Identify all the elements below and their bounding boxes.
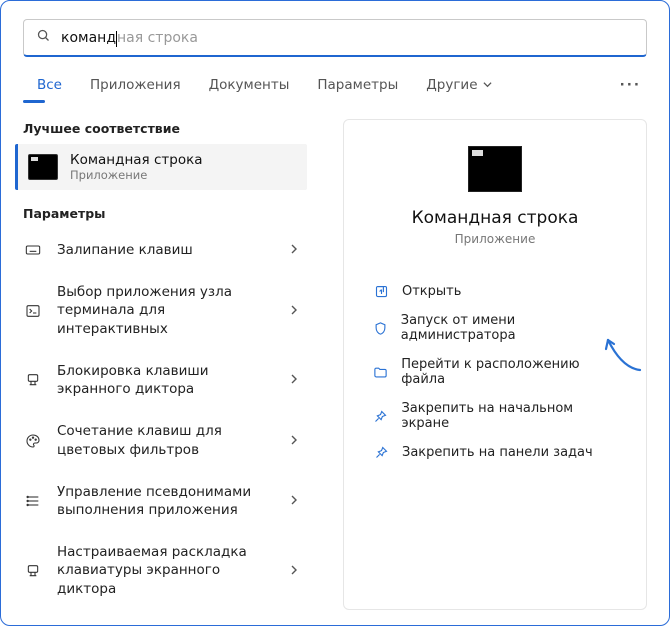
- chevron-down-icon: [483, 77, 492, 93]
- search-icon: [36, 28, 51, 47]
- cmd-icon: [28, 154, 58, 180]
- search-bar[interactable]: командная строка: [23, 19, 647, 57]
- chevron-right-icon: [289, 433, 299, 449]
- chevron-right-icon: [289, 303, 299, 319]
- action-pin[interactable]: Закрепить на начальном экране: [372, 401, 618, 431]
- best-match-item[interactable]: Командная строка Приложение: [15, 144, 307, 190]
- settings-item-label: Залипание клавиш: [57, 241, 275, 259]
- alias-icon: [23, 493, 43, 509]
- settings-item-label: Выбор приложения узла терминала для инте…: [57, 283, 275, 338]
- tab-more[interactable]: Другие: [412, 71, 505, 103]
- settings-item-label: Управление псевдонимами выполнения прило…: [57, 483, 275, 519]
- palette-icon: [23, 433, 43, 449]
- action-label: Открыть: [402, 284, 461, 299]
- narrator-icon: [23, 563, 43, 579]
- preview-pane: Командная строка Приложение Открыть Запус…: [321, 103, 669, 622]
- settings-result-item[interactable]: Блокировка клавиши экранного диктора: [9, 350, 313, 410]
- narrator-icon: [23, 372, 43, 388]
- pin-icon: [372, 445, 390, 460]
- preview-subtitle: Приложение: [372, 232, 618, 246]
- chevron-right-icon: [289, 242, 299, 258]
- settings-item-label: Сочетание клавиш для цветовых фильтров: [57, 422, 275, 458]
- action-run-as-admin[interactable]: Запуск от имени администратора: [372, 313, 618, 343]
- settings-result-item[interactable]: Сочетание клавиш для цветовых фильтров: [9, 410, 313, 470]
- action-label: Закрепить на панели задач: [402, 445, 593, 460]
- settings-result-item[interactable]: Залипание клавиш: [9, 229, 313, 271]
- best-match-header: Лучшее соответствие: [1, 117, 321, 144]
- preview-app-icon: [468, 146, 522, 192]
- settings-result-item[interactable]: Управление псевдонимами выполнения прило…: [9, 471, 313, 531]
- preview-title: Командная строка: [372, 208, 618, 228]
- settings-result-item[interactable]: Настраиваемая раскладка клавиатуры экран…: [9, 531, 313, 610]
- chevron-right-icon: [289, 372, 299, 388]
- chevron-right-icon: [289, 493, 299, 509]
- action-open-location[interactable]: Перейти к расположению файла: [372, 357, 618, 387]
- settings-result-item[interactable]: Раскладка клавиатуры экранного диктора: [9, 610, 313, 622]
- open-icon: [372, 284, 390, 299]
- settings-item-label: Настраиваемая раскладка клавиатуры экран…: [57, 543, 275, 598]
- text-caret: [116, 31, 117, 47]
- folder-icon: [372, 365, 389, 380]
- action-pin[interactable]: Закрепить на панели задач: [372, 445, 618, 460]
- action-open[interactable]: Открыть: [372, 284, 618, 299]
- best-match-subtitle: Приложение: [70, 168, 203, 182]
- action-label: Запуск от имени администратора: [401, 313, 618, 343]
- active-tab-indicator: [23, 100, 45, 103]
- chevron-right-icon: [289, 563, 299, 579]
- tab-documents[interactable]: Документы: [195, 71, 304, 103]
- settings-item-label: Блокировка клавиши экранного диктора: [57, 362, 275, 398]
- overflow-button[interactable]: ···: [616, 71, 645, 103]
- keyboard-icon: [23, 242, 43, 258]
- results-pane: Лучшее соответствие Командная строка При…: [1, 103, 321, 622]
- shield-icon: [372, 321, 389, 336]
- tab-apps[interactable]: Приложения: [76, 71, 195, 103]
- tab-settings[interactable]: Параметры: [303, 71, 412, 103]
- terminal-icon: [23, 303, 43, 319]
- pin-icon: [372, 409, 389, 424]
- tab-all[interactable]: Все: [23, 71, 76, 103]
- action-label: Закрепить на начальном экране: [401, 401, 618, 431]
- settings-header: Параметры: [1, 202, 321, 229]
- search-input[interactable]: командная строка: [61, 30, 198, 46]
- settings-result-item[interactable]: Выбор приложения узла терминала для инте…: [9, 271, 313, 350]
- best-match-title: Командная строка: [70, 152, 203, 168]
- filter-tabs: Все Приложения Документы Параметры Други…: [1, 57, 669, 103]
- action-label: Перейти к расположению файла: [401, 357, 618, 387]
